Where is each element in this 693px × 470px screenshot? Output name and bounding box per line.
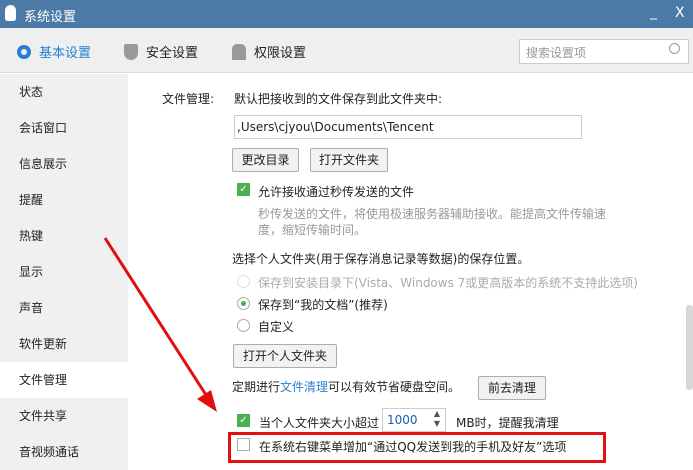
annotation-arrow (103, 237, 217, 412)
arrow-head-icon (197, 390, 217, 412)
arrow-shaft (103, 237, 210, 399)
